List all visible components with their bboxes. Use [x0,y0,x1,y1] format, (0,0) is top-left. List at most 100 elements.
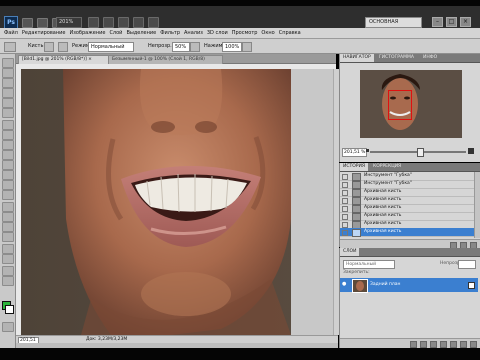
lasso-tool-icon[interactable] [2,78,14,88]
menu-image[interactable]: Изображение [69,30,105,36]
quick-select-tool-icon[interactable] [2,88,14,98]
marquee-tool-icon[interactable] [2,68,14,78]
tab-layers[interactable]: СЛОИ [340,248,360,256]
history-scrollbar[interactable] [474,172,480,238]
type-tool-icon[interactable] [2,212,14,222]
menu-layer[interactable]: Слой [109,30,122,36]
arrange-documents-icon[interactable] [133,17,144,28]
rotate-view-icon[interactable] [118,17,129,28]
document-canvas[interactable] [21,69,333,335]
lock-icon [468,282,475,289]
3d-rotate-tool-icon[interactable] [2,244,14,254]
history-panel: ИСТОРИЯ КОРРЕКЦИЯ Инструмент "Губка" Инс… [339,163,480,249]
opacity-field[interactable]: 50% [172,42,190,52]
menu-analysis[interactable]: Анализ [184,30,203,36]
close-icon[interactable]: × [460,17,471,27]
pen-tool-icon[interactable] [2,202,14,212]
tab-info[interactable]: ИНФО [420,54,440,62]
history-brush-tool-icon[interactable] [2,150,14,160]
blur-tool-icon[interactable] [2,180,14,190]
navigator-thumbnail[interactable] [360,70,462,138]
view-tool-icons [88,17,159,28]
zoom-out-icon[interactable] [366,149,369,152]
opacity-pressure-icon[interactable] [190,42,200,52]
quick-mask-icon[interactable] [2,322,14,332]
lock-label: Закрепить: [343,270,370,275]
brush-panel-icon[interactable] [58,42,68,52]
crop-tool-icon[interactable] [2,98,14,108]
navigator-panel: НАВИГАТОР ГИСТОГРАММА ИНФО 201,51 % [339,54,480,162]
menu-window[interactable]: Окно [261,30,274,36]
layers-panel: СЛОИ Нормальный Непрозр.: Закрепить: ● З… [339,248,480,349]
layers-footer-icons [410,341,477,348]
tab-adjustments[interactable]: КОРРЕКЦИЯ [370,163,404,171]
move-tool-icon[interactable] [2,58,14,68]
tab-untitled[interactable]: Безымянный-1 @ 100% (Слой 1, RGB/8) [108,55,223,64]
hand-tool-icon[interactable] [2,266,14,276]
workspace-switcher[interactable]: ОСНОВНАЯ [365,17,422,28]
screen-mode-icon[interactable] [148,17,159,28]
dodge-tool-icon[interactable] [2,190,14,200]
zoom-tool-icon[interactable] [103,17,114,28]
menu-view[interactable]: Просмотр [232,30,258,36]
tool-preset-icon[interactable] [4,42,16,52]
delete-layer-icon[interactable] [470,341,477,348]
blend-mode-dropdown[interactable]: Нормальный [343,260,395,269]
minimize-icon[interactable]: – [432,17,443,27]
zoom-in-icon[interactable] [468,148,474,154]
navigator-zoom-field[interactable]: 201,51 % [342,148,367,157]
layer-mask-icon[interactable] [430,341,437,348]
history-source-checkbox[interactable] [342,230,348,236]
path-select-tool-icon[interactable] [2,222,14,232]
layer-style-icon[interactable] [420,341,427,348]
zoom-tool-icon[interactable] [2,276,14,286]
menu-select[interactable]: Выделение [126,30,156,36]
navigator-panel-tabs: НАВИГАТОР ГИСТОГРАММА ИНФО [340,54,480,63]
maximize-icon[interactable]: □ [446,17,457,27]
adjustment-layer-icon[interactable] [440,341,447,348]
history-item-selected[interactable]: Архивная кисть [340,228,474,237]
tab-history[interactable]: ИСТОРИЯ [340,163,369,171]
clone-stamp-tool-icon[interactable] [2,140,14,150]
application-bar: Ps 201% ОСНОВНАЯ – □ × [0,6,480,30]
mini-bridge-icon[interactable] [37,18,48,28]
letterbox-bottom [0,348,480,360]
layer-opacity-field[interactable] [458,260,476,269]
mode-dropdown[interactable]: Нормальный [88,42,134,52]
menu-help[interactable]: Справка [279,30,301,36]
bridge-icon[interactable] [22,18,33,28]
flow-field[interactable]: 100% [222,42,242,52]
tab-histogram[interactable]: ГИСТОГРАММА [376,54,417,62]
tab-bild1[interactable]: [Bild1.jpg @ 201% (RGB/8*)] × [18,55,109,64]
brush-picker-icon[interactable] [44,42,54,52]
new-layer-icon[interactable] [460,341,467,348]
eye-icon[interactable]: ● [342,282,348,287]
photo-smile [21,69,333,335]
shape-tool-icon[interactable] [2,232,14,242]
new-group-icon[interactable] [450,341,457,348]
eyedropper-tool-icon[interactable] [2,108,14,118]
navigator-zoom-slider-handle[interactable] [417,148,424,157]
link-layers-icon[interactable] [410,341,417,348]
gradient-tool-icon[interactable] [2,170,14,180]
layer-name[interactable]: Задний план [370,281,401,289]
menu-filter[interactable]: Фильтр [160,30,180,36]
layer-thumbnail [352,279,368,293]
navigator-view-box[interactable] [388,90,412,120]
document-tabs: [Bild1.jpg @ 201% (RGB/8*)] × Безымянный… [16,54,336,64]
hand-tool-icon[interactable] [88,17,99,28]
menu-file[interactable]: Файл [4,30,18,36]
healing-brush-tool-icon[interactable] [2,120,14,130]
zoom-level-dropdown[interactable]: 201% [56,17,82,28]
tab-navigator[interactable]: НАВИГАТОР [340,54,374,62]
menu-3d[interactable]: 3D слои [207,30,228,36]
3d-camera-tool-icon[interactable] [2,254,14,264]
layer-row-background[interactable]: ● Задний план [340,278,478,293]
menu-edit[interactable]: Редактирование [22,30,66,36]
background-color-swatch[interactable] [5,305,14,314]
eraser-tool-icon[interactable] [2,160,14,170]
airbrush-icon[interactable] [242,42,252,52]
tools-panel [0,54,16,348]
options-bar: Кисть: Режим: Нормальный Непрозр.: 50% Н… [0,39,480,54]
brush-tool-icon[interactable] [2,130,14,140]
